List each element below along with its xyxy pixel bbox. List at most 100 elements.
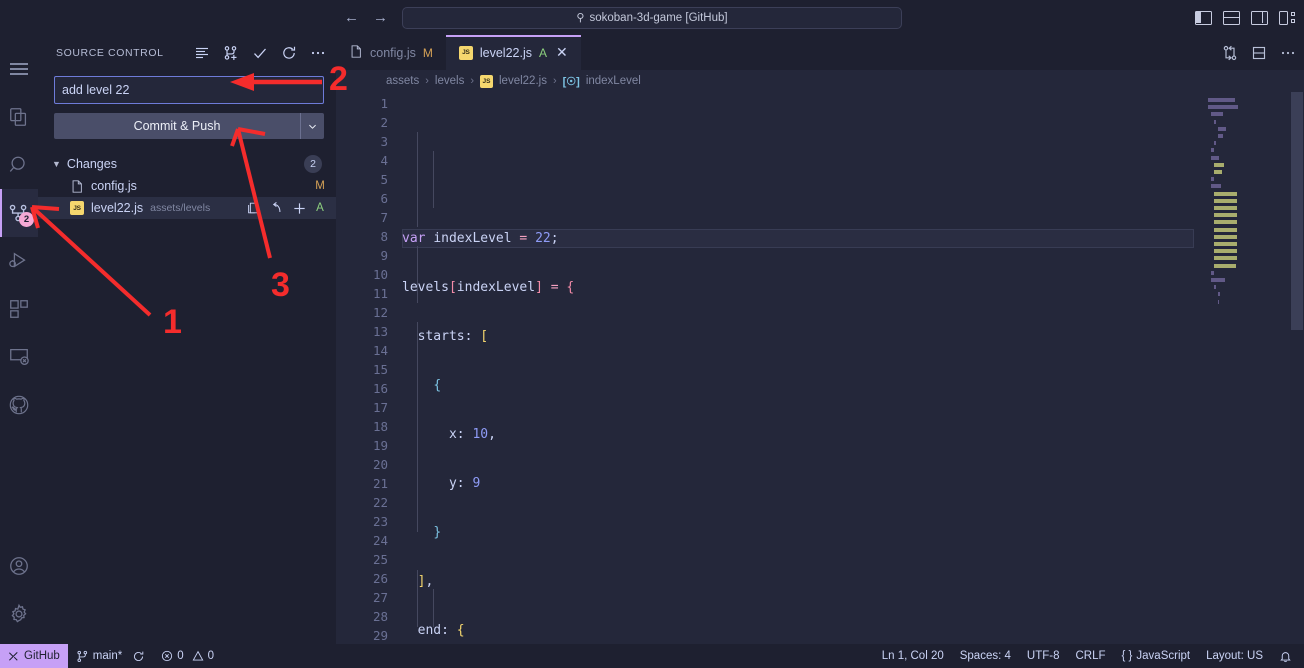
line-number: 5 xyxy=(380,172,388,187)
sidebar-item-run-and-debug[interactable] xyxy=(0,237,38,285)
scrollbar-thumb[interactable] xyxy=(1291,92,1303,330)
discard-icon[interactable] xyxy=(269,201,283,215)
editor-group: config.js M JS level22.js A ✕ assets › l… xyxy=(336,35,1304,644)
close-icon[interactable]: ✕ xyxy=(556,44,568,61)
branch-indicator[interactable]: main* xyxy=(68,644,153,668)
sidebar-item-source-control[interactable]: 2 xyxy=(0,189,38,237)
code-editor[interactable]: 1 2 3 4 5 6 7 8 9 10 11 12 13 14 15 16 17 18 19 20 21 22 23 24 2… xyxy=(336,92,1304,644)
sidebar-item-github[interactable] xyxy=(0,381,38,429)
tab-level22-js[interactable]: JS level22.js A ✕ xyxy=(445,35,581,70)
list-icon[interactable] xyxy=(194,45,210,61)
js-file-icon: JS xyxy=(458,45,473,60)
accounts-button[interactable] xyxy=(0,542,38,590)
commit-dropdown-button[interactable] xyxy=(300,113,324,139)
indentation-setting[interactable]: Spaces: 4 xyxy=(952,650,1019,662)
line-number: 13 xyxy=(372,324,388,339)
line-number: 8 xyxy=(380,229,388,244)
cursor-position[interactable]: Ln 1, Col 20 xyxy=(874,650,952,662)
minimap-line xyxy=(1214,285,1216,290)
line-number: 29 xyxy=(372,628,388,643)
sidebar-item-explorer[interactable] xyxy=(0,93,38,141)
line-number: 2 xyxy=(380,115,388,130)
js-file-icon: JS xyxy=(70,201,86,215)
sidebar-item-search[interactable] xyxy=(0,141,38,189)
minimap-line xyxy=(1217,126,1226,131)
file-path: assets/levels xyxy=(150,202,211,214)
minimap-line xyxy=(1211,184,1221,189)
refresh-icon[interactable] xyxy=(281,45,297,61)
sidebar-header: SOURCE CONTROL xyxy=(38,35,336,70)
commit-and-push-button[interactable]: Commit & Push xyxy=(54,113,300,139)
status-badge: A xyxy=(316,202,324,214)
vscode-window: ← → ⚲ sokoban-3d-game [GitHub] 2 SOURCE … xyxy=(0,0,1304,668)
sync-icon[interactable] xyxy=(132,650,145,663)
scrollbar-track[interactable] xyxy=(1290,92,1304,644)
changes-group-header[interactable]: ▼ Changes 2 xyxy=(38,153,336,175)
split-editor-icon[interactable] xyxy=(1251,45,1267,61)
sidebar-item-remote-explorer[interactable] xyxy=(0,333,38,381)
breadcrumb-item-assets[interactable]: assets xyxy=(386,75,419,87)
tab-config-js[interactable]: config.js M xyxy=(336,35,446,70)
problems-indicator[interactable]: 0 0 xyxy=(153,644,222,668)
minimap-line xyxy=(1211,112,1224,117)
minimap-line xyxy=(1211,270,1214,275)
encoding-setting[interactable]: UTF-8 xyxy=(1019,650,1068,662)
toggle-panel-button[interactable] xyxy=(1223,10,1240,25)
minimap-line xyxy=(1214,263,1236,268)
code-content[interactable]: var indexLevel = 22; levels[indexLevel] … xyxy=(402,92,1194,644)
ellipsis-icon[interactable] xyxy=(1280,45,1296,61)
notifications-button[interactable] xyxy=(1271,650,1304,663)
code-line: } xyxy=(433,525,442,540)
annotation-number-3: 3 xyxy=(271,266,290,304)
hamburger-menu-button[interactable] xyxy=(0,45,38,93)
code-line: { xyxy=(433,378,442,393)
minimap-line xyxy=(1214,119,1216,124)
arrow-left-icon[interactable]: ← xyxy=(344,10,359,25)
keyboard-layout[interactable]: Layout: US xyxy=(1198,650,1271,662)
code-line: x: 10, xyxy=(448,427,496,442)
js-file-icon: JS xyxy=(480,74,493,88)
line-number: 27 xyxy=(372,590,388,605)
layout-controls xyxy=(1195,0,1296,35)
git-branch-plus-icon[interactable] xyxy=(223,45,239,61)
sidebar-action-bar xyxy=(194,45,326,61)
arrow-right-icon[interactable]: → xyxy=(373,10,388,25)
minimap-line xyxy=(1214,141,1216,146)
list-item[interactable]: JS level22.js assets/levels A xyxy=(38,197,336,219)
warning-icon xyxy=(192,650,204,661)
check-icon[interactable] xyxy=(252,45,268,61)
eol-setting[interactable]: CRLF xyxy=(1067,650,1113,662)
line-number: 15 xyxy=(372,362,388,377)
command-center-search[interactable]: ⚲ sokoban-3d-game [GitHub] xyxy=(402,6,902,29)
ellipsis-icon[interactable] xyxy=(310,45,326,61)
status-bar-right: Ln 1, Col 20 Spaces: 4 UTF-8 CRLF { } Ja… xyxy=(874,650,1304,663)
minimap-line xyxy=(1214,220,1238,225)
changes-count-badge: 2 xyxy=(304,155,322,173)
manage-settings-button[interactable] xyxy=(0,590,38,638)
toggle-primary-sidebar-button[interactable] xyxy=(1195,10,1212,25)
sidebar-item-extensions[interactable] xyxy=(0,285,38,333)
minimap[interactable] xyxy=(1194,92,1304,644)
extensions-icon xyxy=(10,300,28,318)
source-control-badge: 2 xyxy=(19,212,34,227)
editor-actions xyxy=(1222,35,1296,70)
sidebar-title: SOURCE CONTROL xyxy=(56,46,164,59)
breadcrumb-item-symbol[interactable]: indexLevel xyxy=(586,75,641,87)
plus-icon[interactable] xyxy=(292,201,307,216)
commit-message-input[interactable]: add level 22 xyxy=(54,76,324,104)
toggle-secondary-sidebar-button[interactable] xyxy=(1251,10,1268,25)
files-icon xyxy=(10,108,27,126)
git-compare-icon[interactable] xyxy=(1222,45,1238,61)
tab-label: level22.js xyxy=(479,45,532,60)
breadcrumb-item-levels[interactable]: levels xyxy=(435,75,464,87)
file-icon xyxy=(70,179,86,194)
language-mode[interactable]: { } JavaScript xyxy=(1114,650,1199,662)
customize-layout-button[interactable] xyxy=(1279,10,1296,25)
line-number: 28 xyxy=(372,609,388,624)
line-number: 6 xyxy=(380,191,388,206)
breadcrumb-item-file[interactable]: level22.js xyxy=(499,75,547,87)
open-file-icon[interactable] xyxy=(246,201,260,215)
chevron-down-icon xyxy=(309,124,316,129)
remote-indicator[interactable]: GitHub xyxy=(0,644,68,668)
list-item[interactable]: config.js M xyxy=(38,175,336,197)
